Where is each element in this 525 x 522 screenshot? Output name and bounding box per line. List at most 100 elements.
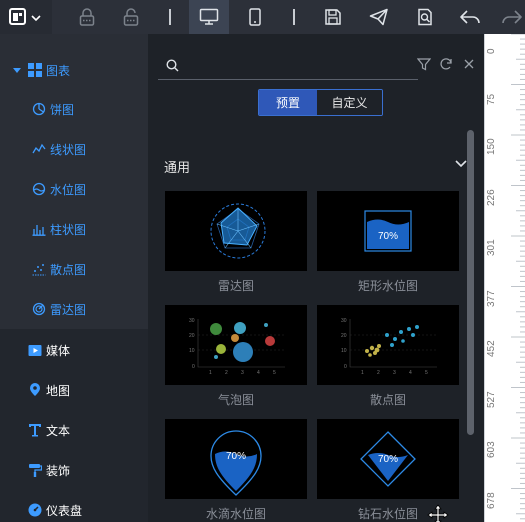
sidebar-category-charts[interactable]: 图表 xyxy=(0,50,148,90)
radar-chart-thumbnail xyxy=(210,203,266,259)
redo-icon xyxy=(501,10,522,24)
sidebar-item-text[interactable]: 文本 xyxy=(0,410,148,450)
layout-icon xyxy=(9,8,41,25)
mobile-icon xyxy=(249,8,261,26)
card-scatter-chart[interactable]: 30 20 10 0 1 2 3 4 5 xyxy=(317,305,459,385)
paint-roller-icon xyxy=(28,463,42,477)
svg-text:30: 30 xyxy=(341,318,347,324)
top-toolbar xyxy=(0,0,525,34)
ruler-mark: 226 xyxy=(486,188,497,206)
svg-text:30: 30 xyxy=(189,318,195,324)
svg-text:10: 10 xyxy=(341,348,347,354)
preset-custom-toggle: 预置 自定义 xyxy=(258,89,383,116)
desktop-icon xyxy=(199,8,219,25)
sidebar-item-pie[interactable]: 饼图 xyxy=(0,89,148,129)
ruler-mark: 150 xyxy=(486,138,497,155)
sidebar-item-bar[interactable]: 柱状图 xyxy=(0,209,148,249)
sidebar-item-radar[interactable]: 雷达图 xyxy=(0,289,148,329)
sidebar-item-label: 柱状图 xyxy=(50,222,87,237)
sidebar-item-label: 线状图 xyxy=(50,142,87,157)
scatter-chart-thumbnail: 30 20 10 0 1 2 3 4 5 xyxy=(341,318,437,376)
sidebar-item-water-level[interactable]: 水位图 xyxy=(0,169,148,209)
save-button[interactable] xyxy=(316,0,350,34)
card-radar-chart[interactable] xyxy=(165,191,307,271)
component-panel: 预置 自定义 通用 雷达图 70% 矩形水位图 3020100 12345 xyxy=(148,34,484,522)
card-label: 矩形水位图 xyxy=(357,279,418,293)
tab-custom[interactable]: 自定义 xyxy=(317,90,382,115)
sidebar-item-scatter[interactable]: 散点图 xyxy=(0,249,148,289)
sidebar-item-label: 散点图 xyxy=(50,262,87,277)
svg-text:0: 0 xyxy=(344,364,347,370)
card-rect-water-level[interactable]: 70% xyxy=(317,191,459,271)
card-label: 水滴水位图 xyxy=(205,507,266,521)
sidebar-item-label: 仪表盘 xyxy=(46,503,83,518)
ruler-mark: 0 xyxy=(486,48,497,54)
undo-button[interactable] xyxy=(453,0,487,34)
ruler-mark: 75 xyxy=(486,93,497,105)
line-chart-icon xyxy=(32,142,46,156)
diamond-thumbnail: 70% xyxy=(360,431,416,487)
close-icon[interactable] xyxy=(463,58,475,70)
sidebar-item-map[interactable]: 地图 xyxy=(0,370,148,410)
sidebar-item-dashboard[interactable]: 仪表盘 xyxy=(0,490,148,522)
section-title: 通用 xyxy=(164,160,191,175)
sidebar-item-label: 地图 xyxy=(46,383,71,398)
sidebar-item-label: 装饰 xyxy=(46,463,71,478)
water-level-icon xyxy=(32,182,46,196)
ruler-mark: 527 xyxy=(486,390,497,408)
dashboard-icon xyxy=(28,503,42,517)
sidebar-item-decoration[interactable]: 装饰 xyxy=(0,450,148,490)
preview-button[interactable] xyxy=(408,0,442,34)
ruler-mark: 678 xyxy=(486,491,497,509)
mobile-view-button[interactable] xyxy=(238,0,272,34)
card-label: 气泡图 xyxy=(217,393,254,407)
svg-text:5: 5 xyxy=(273,370,276,376)
ruler-mark: 603 xyxy=(486,441,497,458)
bar-chart-icon xyxy=(32,222,46,236)
media-icon xyxy=(28,343,42,357)
sidebar-item-label: 文本 xyxy=(46,423,71,438)
svg-text:1: 1 xyxy=(361,370,364,376)
ruler-mark: 301 xyxy=(486,239,497,256)
lock-icon xyxy=(79,8,95,26)
desktop-view-button[interactable] xyxy=(189,0,229,34)
svg-text:4: 4 xyxy=(257,370,260,376)
sidebar-item-label: 媒体 xyxy=(46,343,71,358)
chevron-down-icon[interactable] xyxy=(455,160,467,168)
card-water-drop-level[interactable]: 70% xyxy=(165,419,307,499)
sidebar-item-label: 水位图 xyxy=(50,182,87,197)
panel-scrollbar[interactable] xyxy=(467,130,474,435)
redo-button[interactable] xyxy=(498,0,525,34)
svg-text:1: 1 xyxy=(209,370,212,376)
refresh-icon[interactable] xyxy=(439,57,453,71)
rect-water-level-thumbnail: 70% xyxy=(364,210,412,252)
move-cursor-icon xyxy=(427,504,449,522)
svg-text:3: 3 xyxy=(393,370,396,376)
water-level-value: 70% xyxy=(378,454,398,465)
sidebar-item-media[interactable]: 媒体 xyxy=(0,330,148,370)
ruler-mark: 377 xyxy=(486,289,497,307)
svg-text:0: 0 xyxy=(192,364,195,370)
component-sidebar: 图表 饼图 线状图 水位图 柱状图 散点图 雷达图 媒体 地图 文本 装饰 仪表… xyxy=(0,34,148,522)
ruler-mark: 452 xyxy=(486,340,497,357)
publish-button[interactable] xyxy=(362,0,396,34)
card-bubble-chart[interactable]: 30 20 10 0 1 2 3 4 5 xyxy=(165,305,307,385)
unlock-button[interactable] xyxy=(114,0,148,34)
preview-icon xyxy=(418,8,432,26)
layout-menu-button[interactable] xyxy=(0,0,52,34)
search-input[interactable] xyxy=(184,54,409,78)
svg-text:3: 3 xyxy=(241,370,244,376)
search-bar xyxy=(158,54,418,80)
send-icon xyxy=(369,8,388,26)
card-diamond-level[interactable]: 70% xyxy=(317,419,459,499)
sidebar-item-label: 饼图 xyxy=(50,102,75,117)
lock-button[interactable] xyxy=(70,0,104,34)
sidebar-item-line[interactable]: 线状图 xyxy=(0,129,148,169)
sidebar-item-label: 雷达图 xyxy=(50,302,87,317)
filter-icon[interactable] xyxy=(417,57,431,71)
scatter-chart-icon xyxy=(32,262,46,276)
search-icon xyxy=(166,59,179,72)
unlock-icon xyxy=(123,8,139,26)
card-label: 散点图 xyxy=(369,393,406,407)
tab-preset[interactable]: 预置 xyxy=(259,90,317,115)
